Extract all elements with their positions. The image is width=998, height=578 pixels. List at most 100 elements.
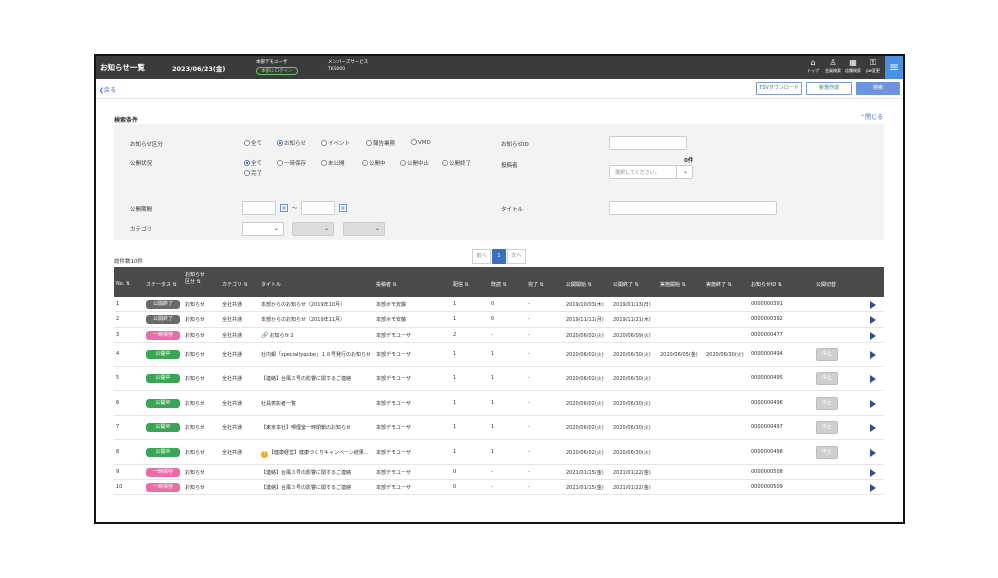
notice-id-input[interactable] [609,136,687,150]
pw-change-button[interactable]: ⚿ pw変更 [864,58,882,74]
radio-status-draft[interactable]: 一時保存 [277,159,306,167]
radio-type-report[interactable]: 報告業務 [366,139,395,147]
table-row[interactable]: 9 お知らせ 本部デモユーザ 0 - - 2021/01/15(金) 2021/01/22(金… [114,465,884,480]
col-status[interactable]: ステータス ⇅ [146,281,177,288]
cell-title[interactable]: 社員表彰者一覧 [261,400,296,407]
category-select-2[interactable]: ⌄ [292,222,334,236]
radio-type-event[interactable]: イベント [321,139,350,147]
member-search-button[interactable]: ♙ 会員検索 [824,58,842,74]
cell-title[interactable]: ! 【健康経営】健康づくりキャンペーン結果… [261,449,369,458]
table-row[interactable]: 2 お知らせ 全社共通 本部ボモ安藤 1 0 - 2019/11/11(月) 2019/11/2… [114,312,884,328]
radio-status-unpublished[interactable]: 未公開 [321,159,345,167]
col-read[interactable]: 既読 ⇅ [491,281,507,288]
poster-select[interactable]: 選択してください。 ⌄ [609,165,693,179]
cell-title[interactable]: 本部からのお知らせ（2019年10月） [261,301,345,308]
col-id[interactable]: お知らせID ⇅ [751,281,782,288]
title-text: 【健康経営】健康づくりキャンペーン結果… [269,450,369,456]
chevron-down-icon: ⌄ [273,225,279,232]
col-end[interactable]: 公開終了 ⇅ [613,281,639,288]
radio-status-suspended[interactable]: 公開中止 [400,159,429,167]
period-end-input[interactable] [301,201,335,215]
radio-type-vmd[interactable]: VMD [411,139,431,146]
col-no[interactable]: No. ⇅ [116,281,130,287]
cell-title[interactable]: 【連絡】台風３号の影響に関するご連絡 [261,469,351,476]
row-arrow-icon[interactable] [870,400,876,408]
cell-title[interactable]: 本部からのお知らせ（2019年11月） [261,316,345,323]
cell-title[interactable]: 社内報「specialtyqube」１８号発行のお知らせ [261,351,371,358]
search-heading: 検索条件 [114,117,139,124]
period-start-input[interactable] [242,201,276,215]
row-arrow-icon[interactable] [870,449,876,457]
row-arrow-icon[interactable] [870,351,876,359]
radio-status-all[interactable]: 全て [244,159,262,167]
table-row[interactable]: 6 お知らせ 全社共通 本部デモユーザ 1 1 - 2020/06/02(火) 2020/06/… [114,391,884,416]
category-select-1[interactable]: ⌄ [242,222,284,236]
close-search-link[interactable]: ⌃閉じる [860,112,883,121]
calendar-icon[interactable]: ▦ [280,204,288,212]
cell-start: 2019/11/11(月) [566,317,604,323]
row-arrow-icon[interactable] [870,375,876,383]
cell-title[interactable]: 🔗お知らせ２ [261,332,294,339]
col-delivered[interactable]: 配信 ⇅ [453,281,469,288]
radio-status-active[interactable]: 公開中 [362,159,386,167]
radio-status-ended[interactable]: 公開終了 [442,159,471,167]
pager-prev[interactable]: 前へ [472,249,491,264]
table-row[interactable]: 5 お知らせ 全社共通 本部デモユーザ 1 1 - 2020/06/02(火) 2020/06/… [114,367,884,391]
row-arrow-icon[interactable] [870,469,876,477]
row-arrow-icon[interactable] [870,484,876,492]
col-category[interactable]: カテゴリ ⇅ [222,281,248,288]
stop-button[interactable]: 中止 [816,348,838,361]
stop-button[interactable]: 中止 [816,446,838,459]
cell-done: - [528,469,530,475]
store-search-icon: ▦ [849,58,857,67]
new-button[interactable]: 新規作成 [806,82,852,95]
row-arrow-icon[interactable] [870,424,876,432]
col-exec-end[interactable]: 実施終了 ⇅ [706,281,732,288]
search-button[interactable]: 検索 [856,82,900,95]
stop-button[interactable]: 中止 [816,397,838,410]
cell-read: 0 [491,301,495,307]
table-row[interactable]: 4 お知らせ 全社共通 本部デモユーザ 1 1 - 2020/06/02(火) 2020/06/… [114,343,884,367]
pager-next[interactable]: 次へ [507,249,526,264]
col-type[interactable]: お知らせ区分 ⇅ [185,272,209,286]
cell-read: - [491,332,493,338]
row-arrow-icon[interactable] [870,316,876,324]
switch-login-button[interactable]: 本部にログイン [256,67,298,75]
category2-label: カテゴリ [130,227,153,233]
tsv-download-button[interactable]: TSVダウンロード [756,82,802,95]
radio-status-done[interactable]: 完了 [244,169,262,177]
stop-button[interactable]: 中止 [816,421,838,434]
pager-page-1[interactable]: 1 [492,249,506,264]
col-exec-start[interactable]: 実施開始 ⇅ [660,281,686,288]
table-row[interactable]: 1 お知らせ 全社共通 本部ボモ安藤 1 0 - 2019/10/03(木) 2019/01/1… [114,297,884,312]
stop-button[interactable]: 中止 [816,372,838,385]
radio-type-all[interactable]: 全て [244,139,262,147]
table-row[interactable]: 10 お知らせ 本部デモユーザ 0 - - 2021/01/15(金) 2021/01/22(… [114,480,884,495]
col-poster[interactable]: 投稿者 ⇅ [376,281,397,288]
cell-start: 2020/06/02(火) [566,352,604,358]
cell-title[interactable]: 【連絡】台風３号の影響に関するご連絡 [261,375,351,382]
category-select-3[interactable]: ⌄ [343,222,385,236]
cell-done: - [528,351,530,357]
chevron-down-icon: ⌄ [374,225,380,232]
col-start[interactable]: 公開開始 ⇅ [566,281,592,288]
cell-title[interactable]: 【東京本社】喫煙室一時閉鎖のお知らせ [261,424,351,431]
col-toggle: 公開切替 [816,282,837,288]
back-link[interactable]: ❮戻る [99,85,116,94]
home-button[interactable]: ⌂ トップ [804,58,822,74]
col-done[interactable]: 完了 ⇅ [528,281,544,288]
calendar-icon[interactable]: ▦ [339,204,347,212]
col-title[interactable]: タイトル [261,281,281,288]
table-row[interactable]: 8 お知らせ 全社共通 本部デモユーザ 1 1 - 2020/06/02(火) 2020/06/… [114,440,884,465]
store-search-button[interactable]: ▦ 店舗検索 [844,58,862,74]
table-row[interactable]: 3 お知らせ 全社共通 本部デモユーザ 2 - - 2020/06/02(火) 2020/06/… [114,328,884,343]
cell-poster: 本部デモユーザ [376,352,411,358]
title-input[interactable] [609,201,777,215]
radio-type-notice[interactable]: お知らせ [277,139,306,147]
hamburger-menu-icon[interactable]: ≡ [885,56,903,79]
row-arrow-icon[interactable] [870,301,876,309]
row-arrow-icon[interactable] [870,332,876,340]
table-row[interactable]: 7 お知らせ 全社共通 本部デモユーザ 1 1 - 2020/06/02(火) 2020/06/… [114,416,884,440]
cell-title[interactable]: 【連絡】台風３号の影響に関するご連絡 [261,484,351,491]
cell-read: 0 [491,316,495,322]
